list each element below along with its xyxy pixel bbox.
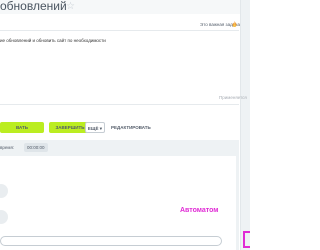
move-label: Применяется — [219, 95, 247, 100]
time-tab-label[interactable]: время: — [0, 145, 14, 150]
task-page: обновлений ☆ Это важная задача ие обновл… — [0, 0, 250, 250]
card-divider — [0, 30, 239, 31]
task-description: ие обновлений и обновить сайт по необход… — [0, 38, 106, 43]
title-bar: обновлений ☆ — [0, 0, 250, 14]
automatic-annotation: Автоматом — [180, 207, 219, 214]
comment-input[interactable] — [0, 236, 222, 246]
fire-icon[interactable] — [232, 21, 237, 27]
edit-link[interactable]: РЕДАКТИРОВАТЬ — [111, 125, 151, 130]
chevron-down-icon: ▾ — [99, 126, 103, 131]
time-value-badge: 00:00:00 — [24, 143, 48, 152]
start-button[interactable]: ВАТЬ — [0, 122, 44, 133]
highlight-box — [243, 231, 250, 248]
star-icon[interactable]: ☆ — [66, 1, 75, 13]
tabs-bar: время: 00:00:00 — [0, 142, 239, 154]
more-label: ЕЩЁ — [87, 126, 99, 131]
scrollbar[interactable] — [240, 0, 250, 250]
page-title: обновлений — [0, 0, 67, 13]
more-button[interactable]: ЕЩЁ ▾ — [85, 122, 105, 133]
task-actions: ВАТЬ ЗАВЕРШИТЬ ЕЩЁ ▾ РЕДАКТИРОВАТЬ — [0, 118, 239, 138]
